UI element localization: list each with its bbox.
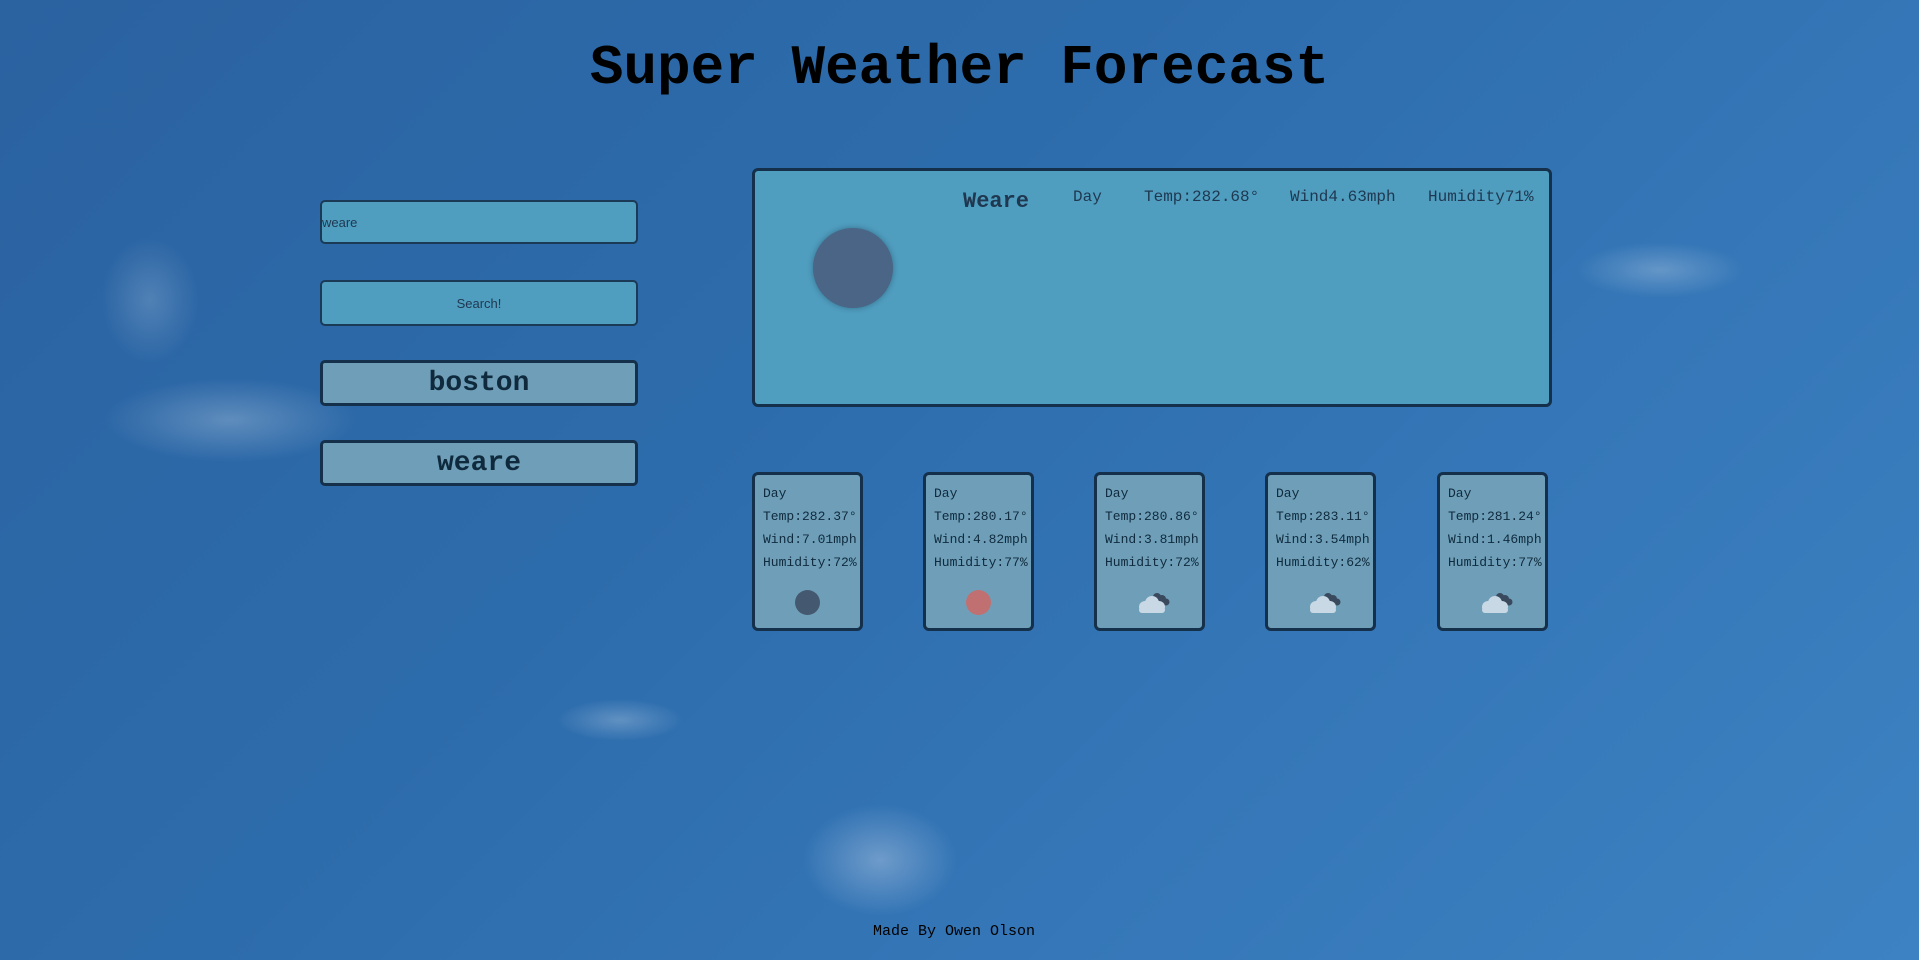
forecast-wind: Wind:1.46mph [1448, 532, 1542, 547]
cloudy-night-icon [1139, 593, 1170, 613]
current-temp: Temp:282.68° [1144, 188, 1260, 206]
forecast-card-day-4: Day Temp:283.11° Wind:3.54mph Humidity:6… [1265, 472, 1376, 631]
history-item-weare[interactable]: weare [320, 440, 638, 486]
current-day: Day [1073, 188, 1102, 206]
forecast-card-day-2: Day Temp:280.17° Wind:4.82mph Humidity:7… [923, 472, 1034, 631]
forecast-humidity: Humidity:77% [934, 555, 1028, 570]
current-weather-panel: Weare Day Temp:282.68° Wind4.63mph Humid… [752, 168, 1552, 407]
forecast-wind: Wind:3.54mph [1276, 532, 1370, 547]
forecast-card-day-3: Day Temp:280.86° Wind:3.81mph Humidity:7… [1094, 472, 1205, 631]
history-item-boston[interactable]: boston [320, 360, 638, 406]
forecast-temp: Temp:282.37° [763, 509, 857, 524]
footer-credit: Made By Owen Olson [873, 923, 1036, 940]
forecast-card-day-5: Day Temp:281.24° Wind:1.46mph Humidity:7… [1437, 472, 1548, 631]
current-city-name: Weare [963, 189, 1030, 214]
city-search-input[interactable] [320, 200, 638, 244]
forecast-temp: Temp:280.17° [934, 509, 1028, 524]
forecast-day: Day [1448, 486, 1472, 501]
forecast-wind: Wind:7.01mph [763, 532, 857, 547]
forecast-day: Day [763, 486, 787, 501]
forecast-card-day-1: Day Temp:282.37° Wind:7.01mph Humidity:7… [752, 472, 863, 631]
forecast-day: Day [934, 486, 958, 501]
forecast-wind: Wind:4.82mph [934, 532, 1028, 547]
forecast-humidity: Humidity:77% [1448, 555, 1542, 570]
forecast-temp: Temp:280.86° [1105, 509, 1199, 524]
forecast-humidity: Humidity:62% [1276, 555, 1370, 570]
forecast-wind: Wind:3.81mph [1105, 532, 1199, 547]
forecast-temp: Temp:281.24° [1448, 509, 1542, 524]
cloudy-night-icon [1482, 593, 1513, 613]
cloudy-night-icon [1310, 593, 1341, 613]
forecast-humidity: Humidity:72% [1105, 555, 1199, 570]
forecast-day: Day [1276, 486, 1300, 501]
red-sun-icon [966, 590, 991, 615]
search-button[interactable]: Search! [320, 280, 638, 326]
forecast-temp: Temp:283.11° [1276, 509, 1370, 524]
current-wind: Wind4.63mph [1290, 188, 1396, 206]
dark-moon-icon [795, 590, 820, 615]
dark-moon-icon [813, 228, 893, 308]
current-humidity: Humidity71% [1428, 188, 1534, 206]
forecast-humidity: Humidity:72% [763, 555, 857, 570]
page-title: Super Weather Forecast [589, 36, 1330, 100]
forecast-day: Day [1105, 486, 1129, 501]
